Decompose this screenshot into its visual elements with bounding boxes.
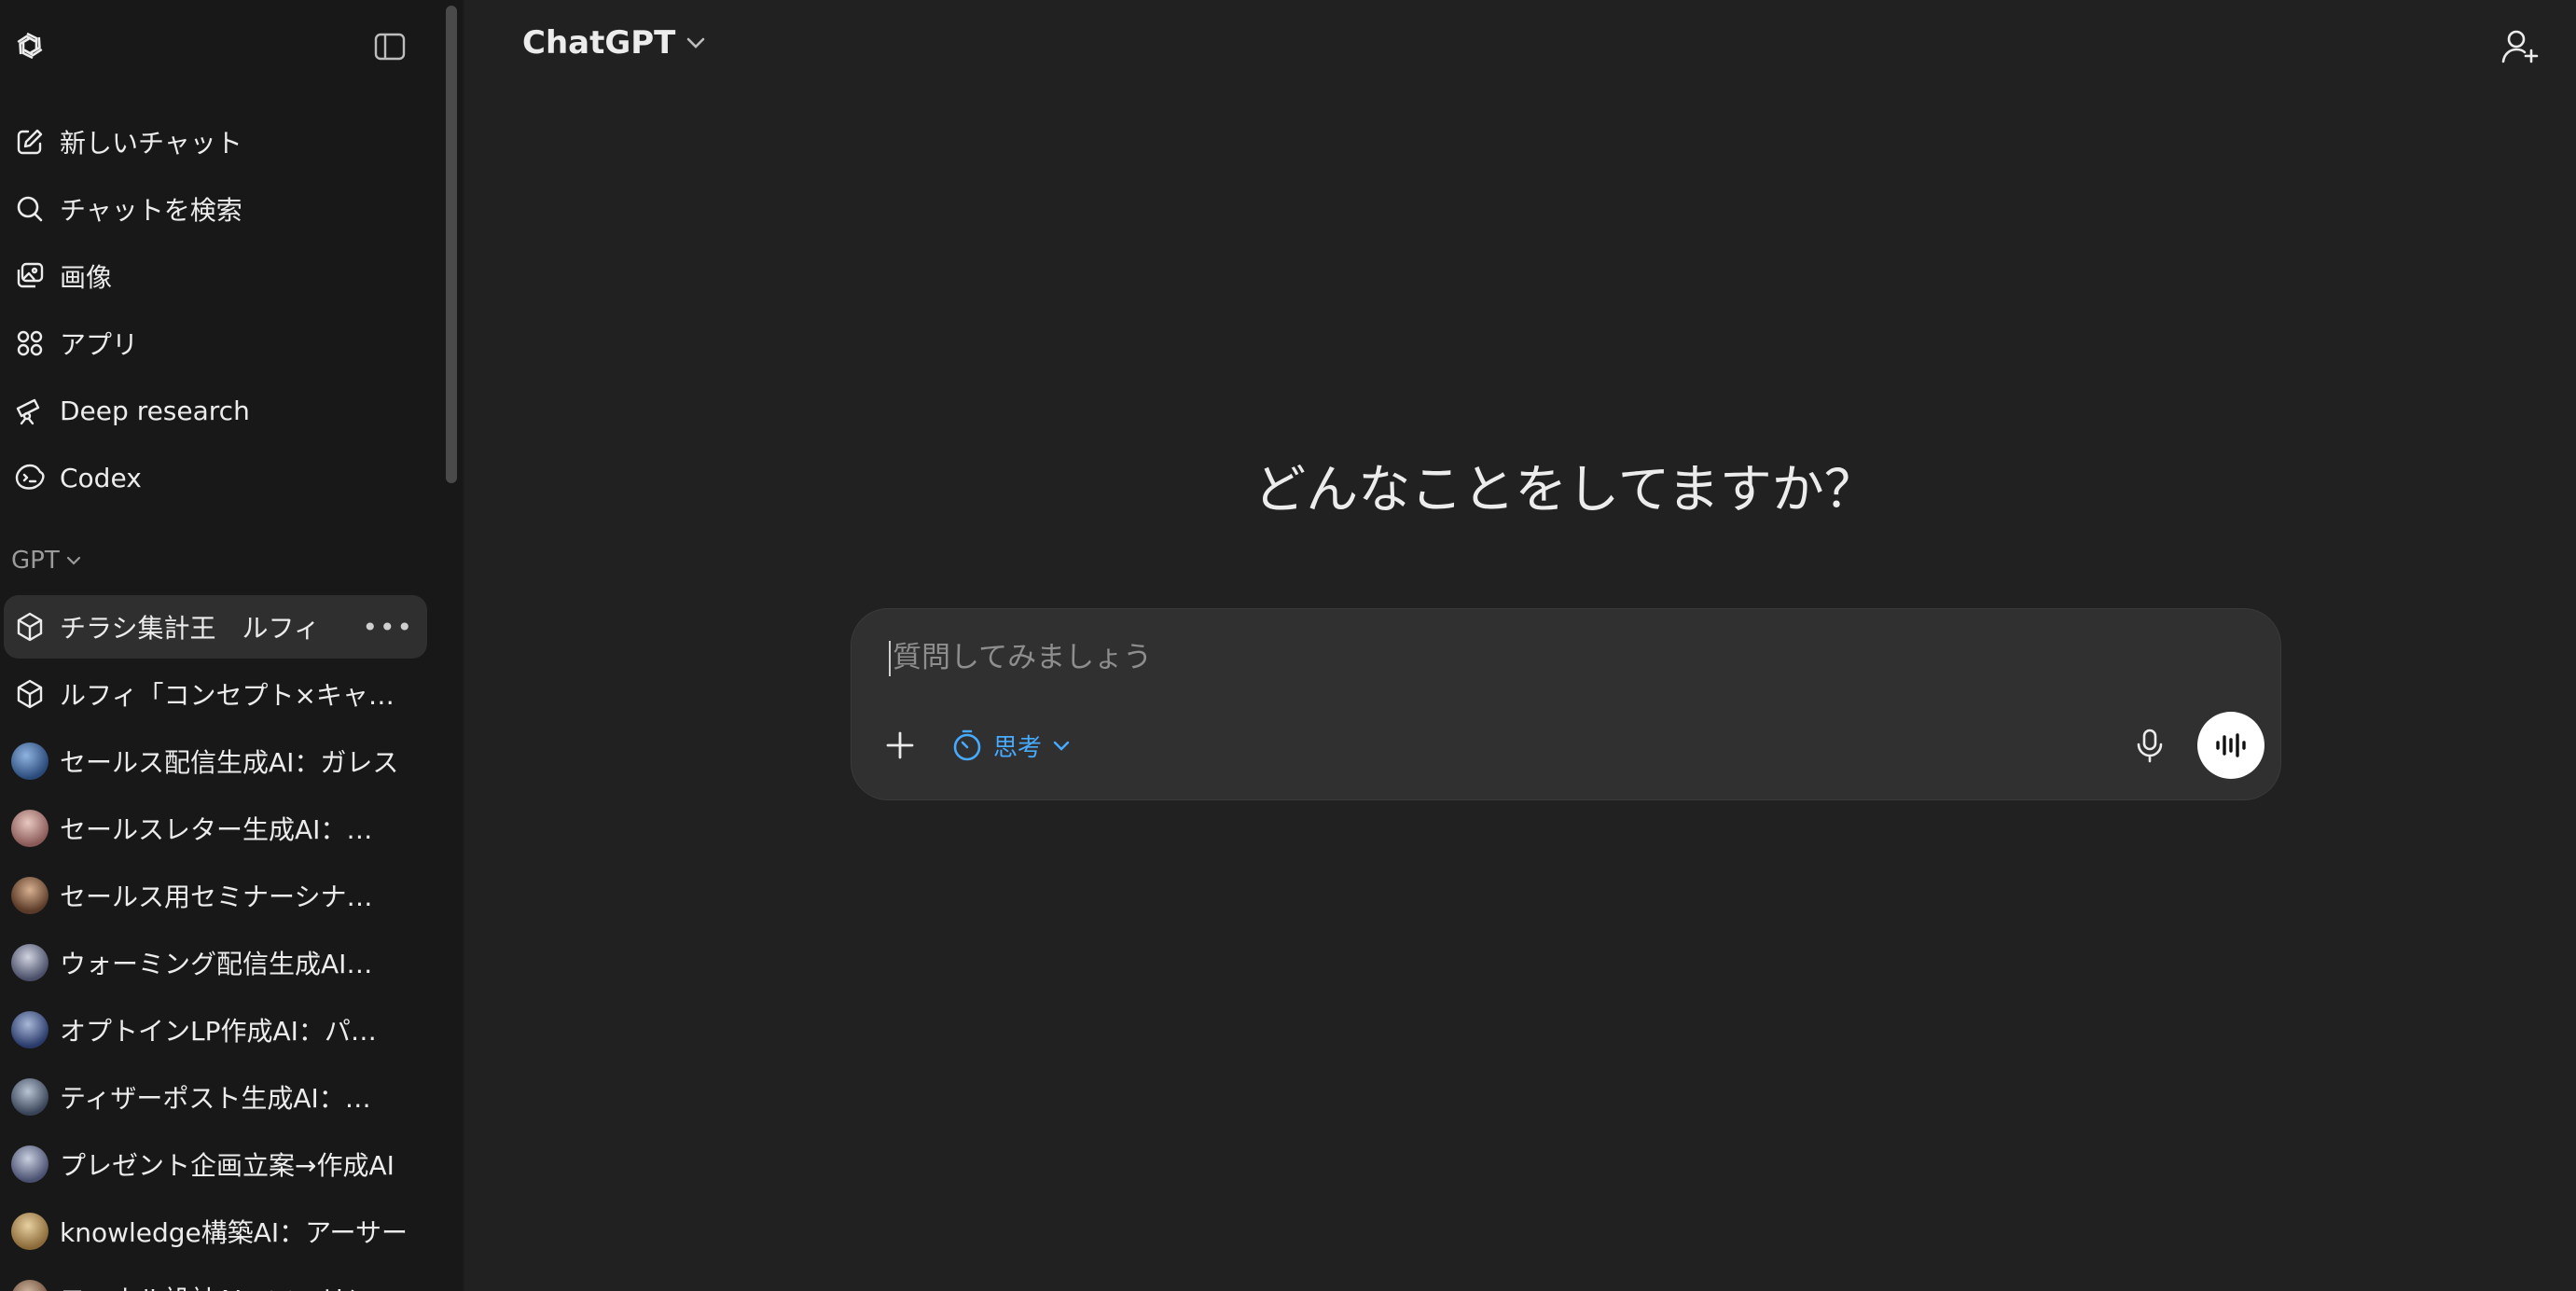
gpt-item[interactable]: ルフィ「コンセプト×キャラクター作成」 [4,662,427,726]
openai-logo-icon[interactable] [9,25,50,66]
gpt-item[interactable]: プレゼント企画立案→作成AI [4,1132,427,1196]
gpt-item-label: ウォーミング配信生成AI：ランスロット [60,949,395,979]
prompt-input[interactable] [891,635,2107,680]
avatar [11,944,48,981]
sidebar-item-images[interactable]: 画像 [7,246,427,306]
avatar [11,810,48,847]
gpt-item-label: セールスレター生成AI：モードレッド [60,814,395,845]
timer-icon [953,729,981,761]
thinking-mode-button[interactable]: 思考 [950,723,1072,768]
gpt-item-label: ティザーポスト生成AI：ガウェイン [60,1083,395,1114]
cube-icon [11,608,48,646]
avatar [11,1213,48,1250]
microphone-icon[interactable] [2131,727,2168,764]
gpt-item-label: セールス配信生成AI：ガレス [60,747,399,778]
waveform-icon [2216,733,2246,757]
add-user-icon[interactable] [2500,26,2541,67]
avatar [11,877,48,914]
avatar [11,1011,48,1048]
gpt-item[interactable]: knowledge構築AI：アーサー [4,1200,427,1263]
gpt-section-toggle[interactable]: GPT [11,547,82,575]
search-icon [11,190,48,228]
chevron-down-icon [1053,741,1070,751]
gpt-item-label: セールス用セミナーシナリオ [60,881,395,912]
sidebar-item-codex[interactable]: Codex [7,448,427,507]
gpt-item-label: オプトインLP作成AI：パーシヴァル [60,1016,395,1047]
model-name: ChatGPT [522,24,676,62]
sidebar-item-label: アプリ [60,329,139,360]
sidebar-item-label: 画像 [60,262,113,293]
section-label: GPT [11,547,60,575]
sidebar-item-deep-research[interactable]: Deep research [7,381,427,440]
apps-icon [11,325,48,362]
avatar [11,1280,48,1291]
gpt-item[interactable]: ティザーポスト生成AI：ガウェイン [4,1065,427,1129]
gpt-item[interactable]: セールス用セミナーシナリオ [4,864,427,927]
gpt-item[interactable]: チラシ集計王 ルフィ ••• [4,595,427,659]
avatar [11,1145,48,1183]
voice-mode-button[interactable] [2197,712,2264,779]
images-icon [11,257,48,295]
sidebar-scrollbar[interactable] [446,6,457,483]
telescope-icon [11,392,48,429]
sidebar-item-search-chats[interactable]: チャットを検索 [7,179,427,239]
add-attachment-button[interactable] [881,727,919,764]
model-switcher[interactable]: ChatGPT [522,24,707,62]
page-headline: どんなことをしてますか？ [1253,460,1877,521]
codex-icon [11,459,48,496]
gpt-item[interactable]: セールス配信生成AI：ガレス [4,729,427,793]
chevron-down-icon [66,556,80,565]
sidebar-item-apps[interactable]: アプリ [7,313,427,373]
gpt-item[interactable]: オプトインLP作成AI：パーシヴァル [4,998,427,1062]
gpt-item-label: プレゼント企画立案→作成AI [60,1150,395,1181]
avatar [11,1078,48,1116]
chevron-down-icon [687,37,705,49]
gpt-item-label: ルフィ「コンセプト×キャラクター作成」 [60,680,414,711]
gpt-item-label: ファネル設計AI：マーリン [60,1280,372,1291]
edit-icon [11,123,48,160]
composer: 思考 [851,608,2281,800]
sidebar-toggle-icon[interactable] [373,32,407,62]
sidebar-item-label: 新しいチャット [60,128,242,159]
gpt-item[interactable]: ウォーミング配信生成AI：ランスロット [4,931,427,994]
sidebar-item-label: Codex [60,462,142,493]
sidebar-item-label: チャットを検索 [60,195,242,226]
avatar [11,743,48,780]
more-options-icon[interactable]: ••• [362,612,414,643]
cube-icon [11,675,48,713]
gpt-item-label: knowledge構築AI：アーサー [60,1217,408,1248]
sidebar-item-label: Deep research [60,395,250,426]
gpt-item-label: チラシ集計王 ルフィ [60,613,320,644]
sidebar-item-new-chat[interactable]: 新しいチャット [7,112,427,172]
sidebar-divider [463,0,464,1291]
gpt-item[interactable]: セールスレター生成AI：モードレッド [4,797,427,860]
thinking-mode-label: 思考 [993,733,1043,762]
gpt-item[interactable]: ファネル設計AI：マーリン [4,1267,427,1291]
sidebar: 新しいチャット チャットを検索 画像 アプリ Deep research Cod… [0,0,463,1291]
